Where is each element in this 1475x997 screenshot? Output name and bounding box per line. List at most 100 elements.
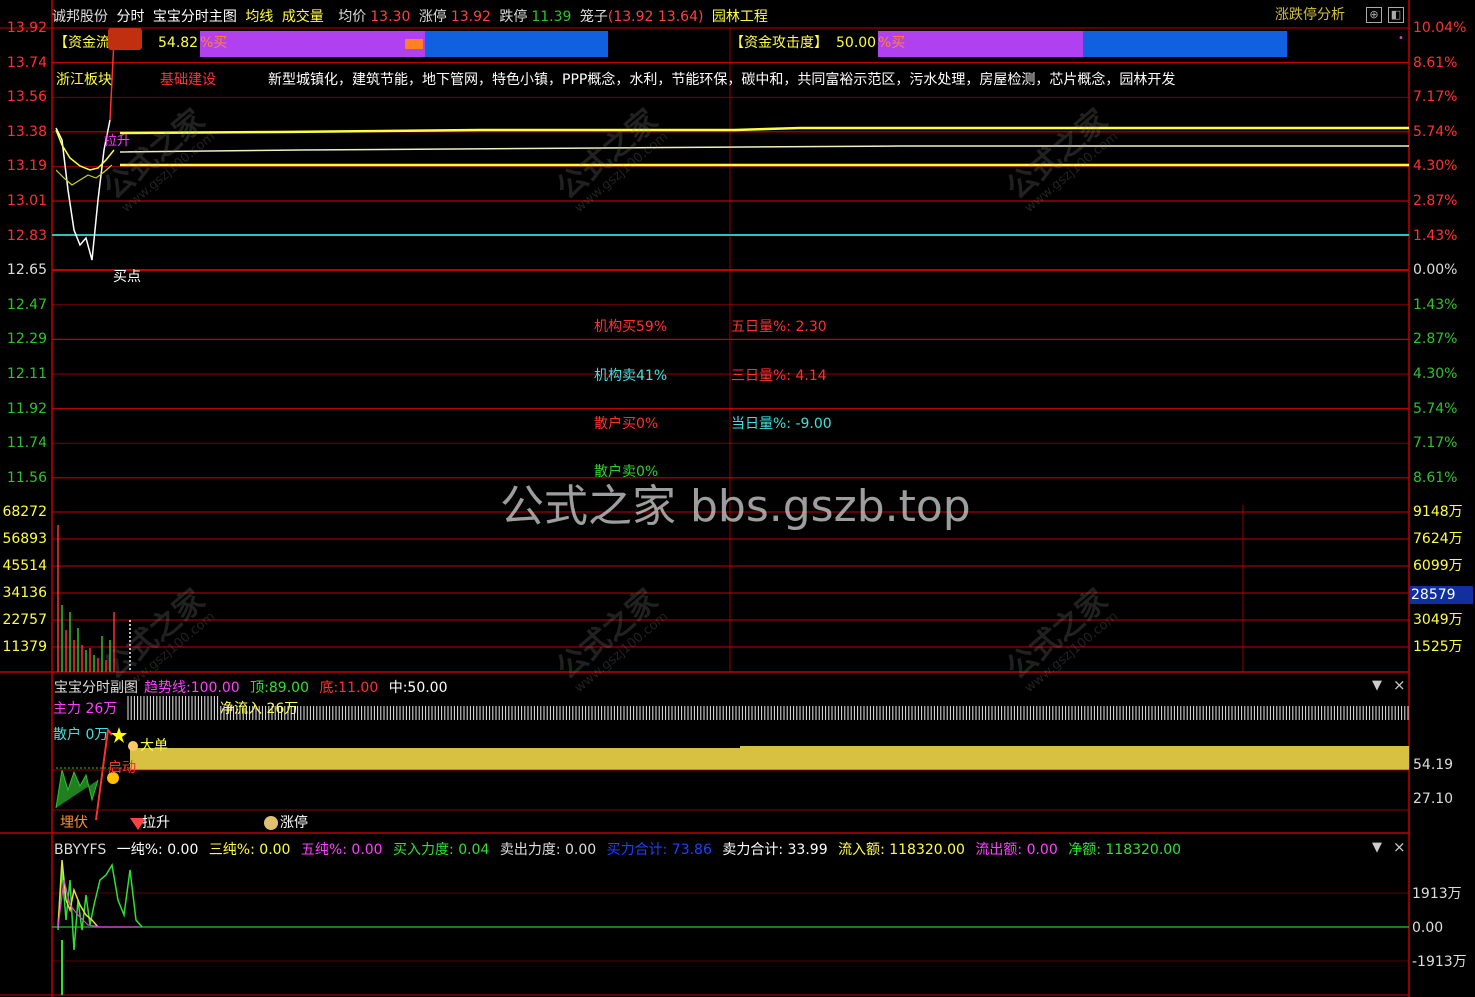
outflow-label: 流出额 bbox=[975, 842, 1018, 858]
top-label: 顶 bbox=[250, 680, 265, 696]
sell-total-value: 33.99 bbox=[787, 842, 828, 858]
panel-toggle-icon[interactable]: ◧ bbox=[1388, 7, 1404, 23]
star-icon bbox=[111, 727, 127, 743]
three-day-volume: 三日量%: 4.14 bbox=[731, 368, 827, 384]
buy-force-label: 买入力度 bbox=[393, 842, 450, 858]
sub1-title[interactable]: 宝宝分时副图 bbox=[54, 680, 138, 696]
price-tick-right: 1.43% bbox=[1413, 227, 1458, 244]
limit-up-label: 涨停 bbox=[418, 9, 447, 25]
start-label: 启动 bbox=[108, 760, 136, 776]
trend-label: 趋势线 bbox=[144, 680, 186, 696]
price-tick-left: 12.47 bbox=[6, 296, 47, 313]
fund-inflow-value: 54.82 bbox=[158, 35, 199, 51]
sub1-dropdown-icon[interactable]: ▼ bbox=[1372, 678, 1382, 693]
inst-sell: 机构卖41% bbox=[594, 368, 668, 384]
price-tick-right: 0.00% bbox=[1413, 262, 1458, 279]
price-tick-left: 11.92 bbox=[6, 400, 47, 417]
today-volume: 当日量%: -9.00 bbox=[731, 416, 832, 432]
sector-category: 基础建设 bbox=[160, 72, 216, 88]
inflow-label: 流入额 bbox=[838, 842, 881, 858]
sub2-close-icon[interactable]: × bbox=[1393, 838, 1406, 856]
marker-dot: • bbox=[1398, 33, 1404, 44]
buy-total-label: 买力合计 bbox=[606, 842, 663, 858]
avg-label: 均价 bbox=[338, 9, 367, 25]
volume-tick-left: 56893 bbox=[2, 531, 47, 547]
industry-name: 园林工程 bbox=[711, 9, 768, 25]
price-tick-right: 7.17% bbox=[1413, 435, 1458, 452]
mid-label: 中 bbox=[388, 680, 403, 696]
sub1-legend: 宝宝分时副图 趋势线:100.00 顶:89.00 底:11.00 中:50.00 bbox=[54, 680, 448, 696]
fund-inflow-bar-buy bbox=[200, 31, 425, 57]
volume-tick-right: 9148万 bbox=[1413, 504, 1463, 520]
volume-toggle[interactable]: 成交量 bbox=[282, 9, 324, 25]
buy-total-value: 73.86 bbox=[671, 842, 712, 858]
retail-sell: 散户卖0% bbox=[594, 464, 659, 480]
mid-value: 50.00 bbox=[407, 680, 448, 696]
sell-total-label: 卖力合计 bbox=[722, 842, 779, 858]
fund-attack-value: 50.00 bbox=[836, 35, 877, 51]
sanchun-value: 0.00 bbox=[259, 842, 291, 858]
sub2-dropdown-icon[interactable]: ▼ bbox=[1372, 840, 1382, 855]
price-tick-right: 10.04% bbox=[1413, 20, 1467, 36]
price-tick-right: 1.43% bbox=[1413, 296, 1458, 313]
limit-analysis-title[interactable]: 涨跌停分析 bbox=[1275, 7, 1345, 23]
price-tick-left: 13.01 bbox=[6, 193, 47, 209]
retail-flow-label: 散户 0万 bbox=[53, 727, 109, 743]
price-tick-left: 13.92 bbox=[6, 20, 47, 36]
sub1-close-icon[interactable]: × bbox=[1393, 676, 1406, 694]
fund-attack-bar-buy bbox=[878, 31, 1083, 57]
price-tick-left: 13.74 bbox=[6, 54, 47, 71]
volume-tick-left: 45514 bbox=[2, 558, 47, 574]
inflow-value: 118320.00 bbox=[889, 842, 965, 858]
five-day-volume: 五日量%: 2.30 bbox=[731, 319, 827, 335]
sub1-yellow-band bbox=[130, 746, 1409, 770]
expand-icon[interactable]: ⊕ bbox=[1366, 7, 1382, 23]
net-value: 118320.00 bbox=[1105, 842, 1182, 858]
net-label: 净额 bbox=[1068, 842, 1097, 858]
buy-force-value: 0.04 bbox=[458, 842, 490, 858]
top-value: 89.00 bbox=[268, 680, 309, 696]
volume-tick-right: 6099万 bbox=[1413, 558, 1463, 574]
wuchun-value: 0.00 bbox=[351, 842, 383, 858]
sanchun-label: 三纯% bbox=[208, 842, 251, 858]
coin-icon-2 bbox=[128, 741, 138, 751]
price-tick-left: 12.65 bbox=[6, 262, 47, 279]
volume-tick-right: 1525万 bbox=[1413, 639, 1463, 655]
tab-fenshi[interactable]: 分时 bbox=[116, 9, 144, 25]
limit-up-value: 13.92 bbox=[450, 9, 491, 25]
main-force-label: 主力 26万 bbox=[53, 701, 118, 717]
stock-name[interactable]: 诚邦股份 bbox=[52, 9, 108, 25]
sell-force-value: 0.00 bbox=[565, 842, 597, 858]
price-tick-left: 13.56 bbox=[6, 89, 47, 106]
flame-icon bbox=[108, 28, 142, 50]
fund-attack-bar-sell bbox=[1083, 31, 1287, 57]
sub2-axis-mid: 0.00 bbox=[1412, 920, 1444, 936]
price-tick-right: 8.61% bbox=[1413, 54, 1458, 71]
trend-value: 100.00 bbox=[190, 680, 240, 696]
retail-buy: 散户买0% bbox=[594, 416, 659, 432]
limit-down-label: 跌停 bbox=[499, 9, 528, 25]
fund-inflow-suffix: %买 bbox=[200, 35, 228, 51]
sub2-title[interactable]: BBYYFS bbox=[54, 842, 106, 858]
sub1-axis-top: 54.19 bbox=[1413, 757, 1454, 773]
center-watermark: 公式之家 bbs.gszb.top bbox=[500, 481, 971, 532]
volume-tick-left: 34136 bbox=[2, 585, 47, 601]
sub1-lift-label: 拉升 bbox=[142, 815, 170, 831]
bottom-label: 底 bbox=[319, 680, 334, 696]
yichun-value: 0.00 bbox=[167, 842, 199, 858]
junxian-toggle[interactable]: 均线 bbox=[245, 9, 273, 25]
wuchun-label: 五纯% bbox=[300, 842, 343, 858]
header-bar: 诚邦股份 分时 宝宝分时主图 均线 成交量 均价 13.30 涨停 13.92 跌停… bbox=[52, 6, 772, 26]
sub2-axis-top: 1913万 bbox=[1412, 886, 1462, 902]
fund-attack-suffix: %买 bbox=[878, 35, 906, 51]
sub1-axis-bottom: 27.10 bbox=[1413, 791, 1454, 807]
sub2-legend: BBYYFS 一纯%: 0.00 三纯%: 0.00 五纯%: 0.00 买入力… bbox=[54, 842, 1182, 858]
sector-concepts: 新型城镇化，建筑节能，地下管网，特色小镇，PPP概念，水利，节能环保，碳中和，共… bbox=[268, 72, 1176, 88]
price-tick-left: 12.83 bbox=[6, 227, 47, 244]
price-tick-left: 12.29 bbox=[6, 331, 47, 348]
price-tick-right: 5.74% bbox=[1413, 123, 1458, 140]
price-tick-left: 13.38 bbox=[6, 123, 47, 140]
price-tick-left: 13.19 bbox=[6, 158, 47, 175]
indicator-main-name[interactable]: 宝宝分时主图 bbox=[153, 9, 237, 25]
sub2-axis-bottom: -1913万 bbox=[1412, 954, 1467, 970]
